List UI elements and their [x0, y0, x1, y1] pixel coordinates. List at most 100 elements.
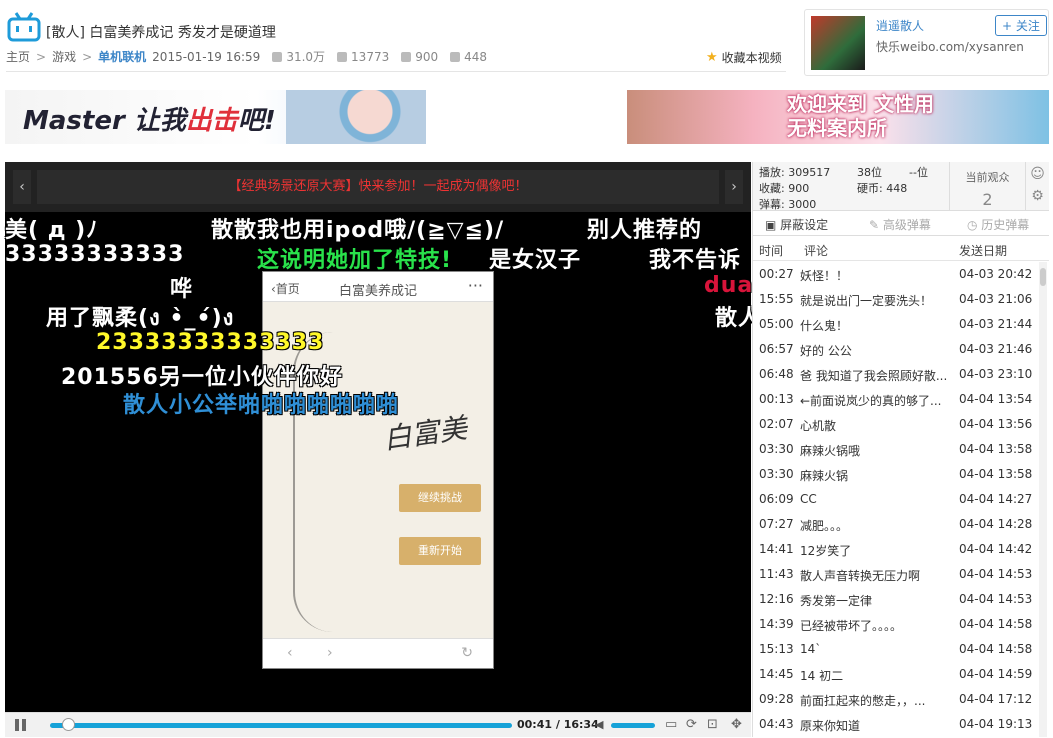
pause-button[interactable] — [15, 719, 29, 731]
list-item[interactable]: 06:48 爸 我知道了我会照顾好散... 04-03 23:10 — [753, 362, 1039, 387]
row-time: 04:43 — [759, 717, 794, 731]
breadcrumb-separator: > — [36, 49, 47, 64]
row-comment: 秀发第一定律 — [800, 594, 873, 608]
uploader-name[interactable]: 逍遥散人 — [876, 17, 924, 34]
fullscreen-icon[interactable]: ✥ — [731, 717, 742, 732]
list-item[interactable]: 04:43 原来你知道 04-04 19:13 — [753, 712, 1039, 737]
stat-rank: 38位 — [857, 166, 882, 179]
row-comment: CC — [800, 492, 817, 506]
banner-left-illustration — [286, 90, 426, 144]
row-comment: 已经被带坏了。。。。 — [800, 619, 903, 633]
list-item[interactable]: 12:16 秀发第一定律 04-04 14:53 — [753, 587, 1039, 612]
gear-icon[interactable]: ⚙ — [1026, 188, 1049, 204]
list-item[interactable]: 07:27 减肥。。。 04-04 14:28 — [753, 512, 1039, 537]
notice-prev-button[interactable]: ‹ — [13, 170, 31, 204]
list-item[interactable]: 14:45 14 初二 04-04 14:59 — [753, 662, 1039, 687]
row-comment: 14` — [800, 642, 822, 656]
danmaku-comment: 33333333333 — [5, 242, 185, 267]
user-icon[interactable]: ☺ — [1026, 166, 1049, 182]
breadcrumb-games[interactable]: 游戏 — [52, 48, 76, 65]
row-time: 05:00 — [759, 317, 794, 331]
row-date: 04-04 14:42 — [959, 542, 1033, 556]
uploader-url[interactable]: 快乐weibo.com/xysanren — [876, 38, 1024, 55]
danmaku-comment: 美( д )ﾉ — [5, 218, 99, 243]
list-item[interactable]: 00:27 妖怪！！ 04-03 20:42 — [753, 262, 1039, 287]
phone-refresh-icon: ↻ — [461, 645, 473, 661]
volume-slider[interactable] — [611, 723, 655, 728]
progress-thumb[interactable] — [62, 718, 76, 731]
player-controls: 00:41 / 16:34 ◀ ▭ ⟳ ⊡ ✥ — [5, 712, 751, 737]
coins-stat: 900 — [401, 50, 438, 64]
list-item[interactable]: 03:30 麻辣火锅哦 04-04 13:58 — [753, 437, 1039, 462]
favorite-button[interactable]: ★ 收藏本视频 — [706, 49, 782, 66]
current-time: 00:41 — [517, 718, 553, 731]
row-date: 04-04 14:27 — [959, 492, 1033, 506]
video-player[interactable]: ‹ 【经典场景还原大赛】快来参加！一起成为偶像吧！ › ‹首页 白富美养成记 ·… — [5, 162, 769, 737]
widescreen-icon[interactable]: ⊡ — [707, 717, 718, 732]
row-time: 06:57 — [759, 342, 794, 356]
tab-advanced-danmaku[interactable]: ✎ 高级弹幕 — [869, 216, 931, 233]
list-item[interactable]: 00:13 ←前面说岚少的真的够了... 04-04 13:54 — [753, 387, 1039, 412]
list-item[interactable]: 14:41 12岁笑了 04-04 14:42 — [753, 537, 1039, 562]
follow-button[interactable]: + 关注 — [995, 15, 1047, 36]
danmaku-comment: 散人小公举啪啪啪啪啪啪啪 — [123, 393, 400, 418]
tab-history-danmaku[interactable]: ◷ 历史弹幕 — [967, 216, 1029, 233]
row-time: 12:16 — [759, 592, 794, 606]
stat-coin: 硬币: 448 — [857, 182, 908, 195]
uploader-avatar[interactable] — [811, 16, 865, 70]
notice-next-button[interactable]: › — [725, 170, 743, 204]
row-comment: 就是说出门一定要洗头！ — [800, 294, 933, 308]
column-time[interactable]: 时间 — [759, 242, 783, 259]
progress-bar[interactable] — [50, 723, 512, 728]
notice-text[interactable]: 【经典场景还原大赛】快来参加！一起成为偶像吧！ — [37, 170, 719, 204]
ad-banner-left[interactable]: Master 让我出击吧! — [5, 90, 426, 144]
coins-count: 900 — [415, 49, 439, 64]
row-time: 15:55 — [759, 292, 794, 306]
list-item[interactable]: 05:00 什么鬼！ 04-03 21:44 — [753, 312, 1039, 337]
row-date: 04-04 14:59 — [959, 667, 1033, 681]
list-item[interactable]: 15:55 就是说出门一定要洗头！ 04-03 21:06 — [753, 287, 1039, 312]
list-item[interactable]: 03:30 麻辣火锅 04-04 13:58 — [753, 462, 1039, 487]
row-time: 00:13 — [759, 392, 794, 406]
total-time: 16:34 — [563, 718, 599, 731]
row-time: 02:07 — [759, 417, 794, 431]
row-date: 04-04 13:54 — [959, 392, 1033, 406]
list-item[interactable]: 06:57 好的 公公 04-03 21:46 — [753, 337, 1039, 362]
banner-left-text: Master 让我出击吧! — [23, 100, 276, 137]
row-comment: 原来你知道 — [800, 719, 861, 733]
scrollbar-thumb[interactable] — [1040, 268, 1046, 286]
header-divider — [6, 71, 786, 72]
danmaku-comment: 是女汉子 — [489, 248, 582, 273]
list-item[interactable]: 15:13 14` 04-04 14:58 — [753, 637, 1039, 662]
row-time: 14:45 — [759, 667, 794, 681]
volume-icon[interactable]: ◀ — [595, 718, 603, 731]
ad-banner-right[interactable]: 欢迎来到 文性用 无料案内所 — [627, 90, 1049, 144]
row-date: 04-03 23:10 — [959, 367, 1033, 381]
list-item[interactable]: 02:07 心机散 04-04 13:56 — [753, 412, 1039, 437]
stat-fav: 收藏: 900 — [759, 182, 810, 195]
list-item[interactable]: 14:39 已经被带坏了。。。。 04-04 14:58 — [753, 612, 1039, 637]
row-date: 04-04 17:12 — [959, 692, 1033, 706]
tab-block-settings-label: 屏蔽设定 — [780, 218, 829, 232]
danmaku-toggle-icon[interactable]: ▭ — [665, 717, 677, 732]
list-scrollbar[interactable] — [1039, 262, 1047, 737]
row-comment: 什么鬼！ — [800, 319, 849, 333]
list-item[interactable]: 09:28 前面扛起来的憋走，，... 04-04 17:12 — [753, 687, 1039, 712]
tab-block-settings[interactable]: ▣ 屏蔽设定 — [765, 216, 828, 233]
danmaku-side-panel: 播放: 309517 收藏: 900 弹幕: 3000 38位 --位 硬币: … — [752, 162, 1049, 737]
list-item[interactable]: 06:09 CC 04-04 14:27 — [753, 487, 1039, 512]
row-comment: 减肥。。。 — [800, 519, 849, 533]
row-date: 04-03 21:46 — [959, 342, 1033, 356]
column-comment[interactable]: 评论 — [804, 242, 828, 259]
loop-icon[interactable]: ⟳ — [686, 717, 697, 732]
phone-forward-arrow-icon: › — [327, 645, 333, 661]
column-date[interactable]: 发送日期 — [959, 242, 1007, 259]
phone-continue-button: 继续挑战 — [399, 484, 481, 512]
phone-navbar: ‹首页 白富美养成记 ··· — [263, 272, 493, 302]
list-item[interactable]: 11:43 散人声音转换无压力啊 04-04 14:53 — [753, 562, 1039, 587]
site-logo-icon[interactable] — [6, 12, 42, 42]
breadcrumb-category[interactable]: 单机联机 — [98, 48, 146, 65]
stat-play: 播放: 309517 — [759, 166, 831, 179]
breadcrumb-home[interactable]: 主页 — [6, 48, 30, 65]
row-time: 06:09 — [759, 492, 794, 506]
